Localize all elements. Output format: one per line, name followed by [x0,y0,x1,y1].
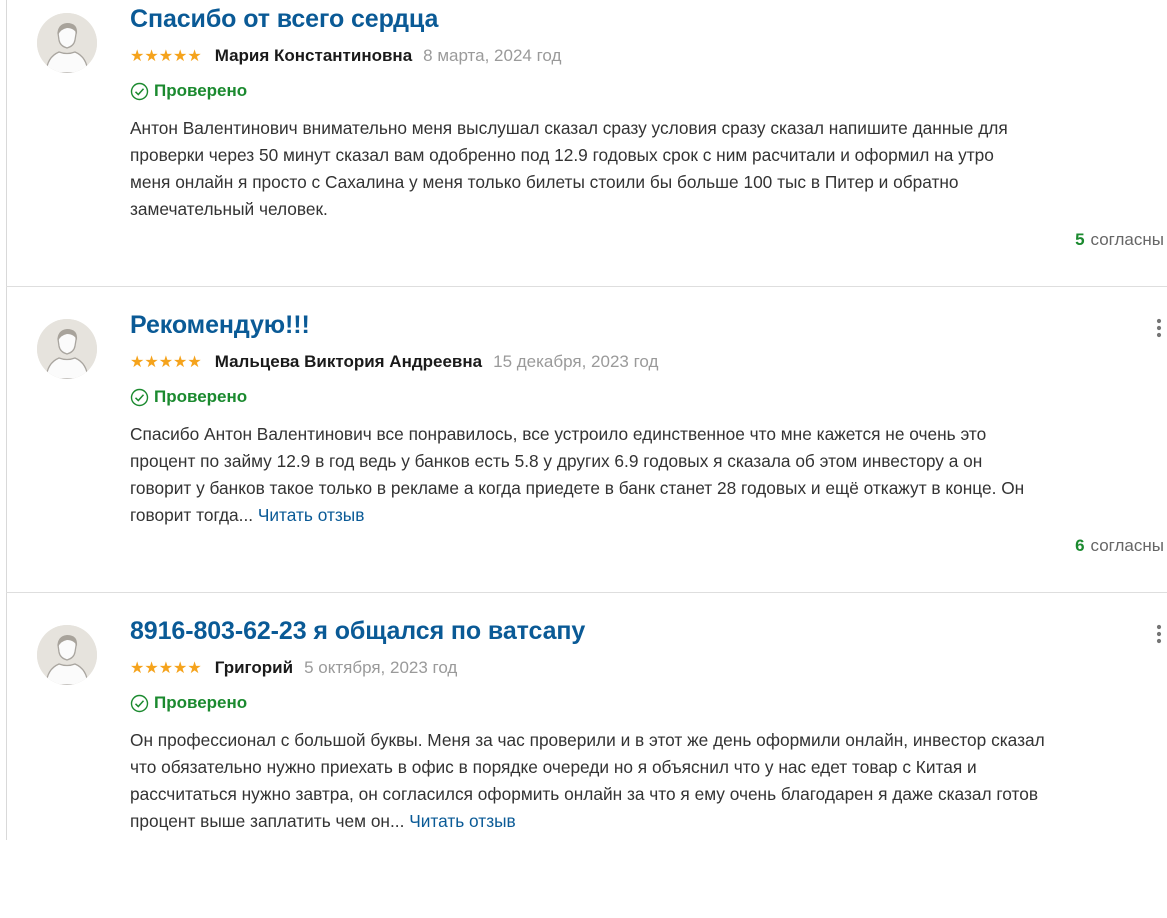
review-text-tail: процент выше заплатить чем он... [130,811,405,831]
review-date: 8 марта, 2024 год [423,46,562,65]
more-vertical-icon[interactable] [1152,317,1166,339]
review-text-tail: говорит тогда... [130,505,254,525]
review-text-line: процент выше заплатить чем он... Читать … [130,808,1166,835]
read-review-link[interactable]: Читать отзыв [258,505,365,525]
review-text: Он профессионал с большой буквы. Меня за… [130,727,1166,835]
review-title[interactable]: 8916-803-62-23 я общался по ватсапу [130,617,585,646]
user-avatar-icon [37,319,97,379]
review-text-line: меня онлайн я просто с Сахалина у меня т… [130,172,959,192]
verified-label: Проверено [154,693,248,712]
rating-stars: ★★★★★ [130,660,202,677]
review-text-line: замечательный человек. [130,199,328,219]
review-meta: ★★★★★ Мальцева Виктория Андреевна 15 дек… [130,351,658,373]
agree-counter[interactable]: 6 согласны [1075,536,1164,556]
review-card: Рекомендую!!! ★★★★★ Мальцева Виктория Ан… [0,306,1167,612]
review-divider [6,592,1167,593]
review-title[interactable]: Рекомендую!!! [130,311,310,340]
review-text-line: говорит у банков такое только в рекламе … [130,478,1025,498]
review-text-line: что обязательно нужно приехать в офис в … [130,757,977,777]
review-date: 15 декабря, 2023 год [493,352,659,371]
review-text: Антон Валентинович внимательно меня высл… [130,115,1166,223]
read-review-link[interactable]: Читать отзыв [409,811,516,831]
review-title[interactable]: Спасибо от всего сердца [130,5,438,34]
agree-count: 6 [1075,536,1085,555]
user-avatar-icon [37,13,97,73]
verified-badge: Проверено [130,692,247,714]
review-text-line: проверки через 50 минут сказал вам одобр… [130,145,994,165]
review-meta: ★★★★★ Григорий 5 октября, 2023 год [130,657,457,679]
review-card: Спасибо от всего сердца ★★★★★ Мария Конс… [0,0,1167,306]
review-divider [6,286,1167,287]
review-text-line: рассчитаться нужно завтра, он согласился… [130,784,1039,804]
review-author: Мария Константиновна [214,46,413,65]
review-text-line: говорит тогда... Читать отзыв [130,502,1166,529]
verified-badge: Проверено [130,80,247,102]
review-date: 5 октября, 2023 год [304,658,458,677]
check-circle-icon [130,82,149,100]
review-text-line: процент по займу 12.9 в год ведь у банко… [130,451,983,471]
review-text: Спасибо Антон Валентинович все понравило… [130,421,1166,529]
agree-label: согласны [1090,230,1164,249]
verified-label: Проверено [154,81,248,100]
review-author: Мальцева Виктория Андреевна [214,352,483,371]
rating-stars: ★★★★★ [130,354,202,371]
review-meta: ★★★★★ Мария Константиновна 8 марта, 2024… [130,45,561,67]
check-circle-icon [130,388,149,406]
review-text-line: Антон Валентинович внимательно меня высл… [130,118,1008,138]
rating-stars: ★★★★★ [130,48,202,65]
agree-count: 5 [1075,230,1085,249]
review-text-line: Он профессионал с большой буквы. Меня за… [130,730,1045,750]
check-circle-icon [130,694,149,712]
verified-label: Проверено [154,387,248,406]
verified-badge: Проверено [130,386,247,408]
reviews-page: Спасибо от всего сердца ★★★★★ Мария Конс… [0,0,1167,840]
agree-counter[interactable]: 5 согласны [1075,230,1164,250]
review-author: Григорий [214,658,294,677]
agree-label: согласны [1090,536,1164,555]
review-text-line: Спасибо Антон Валентинович все понравило… [130,424,987,444]
more-vertical-icon[interactable] [1152,623,1166,645]
review-card: 8916-803-62-23 я общался по ватсапу ★★★★… [0,612,1167,918]
user-avatar-icon [37,625,97,685]
